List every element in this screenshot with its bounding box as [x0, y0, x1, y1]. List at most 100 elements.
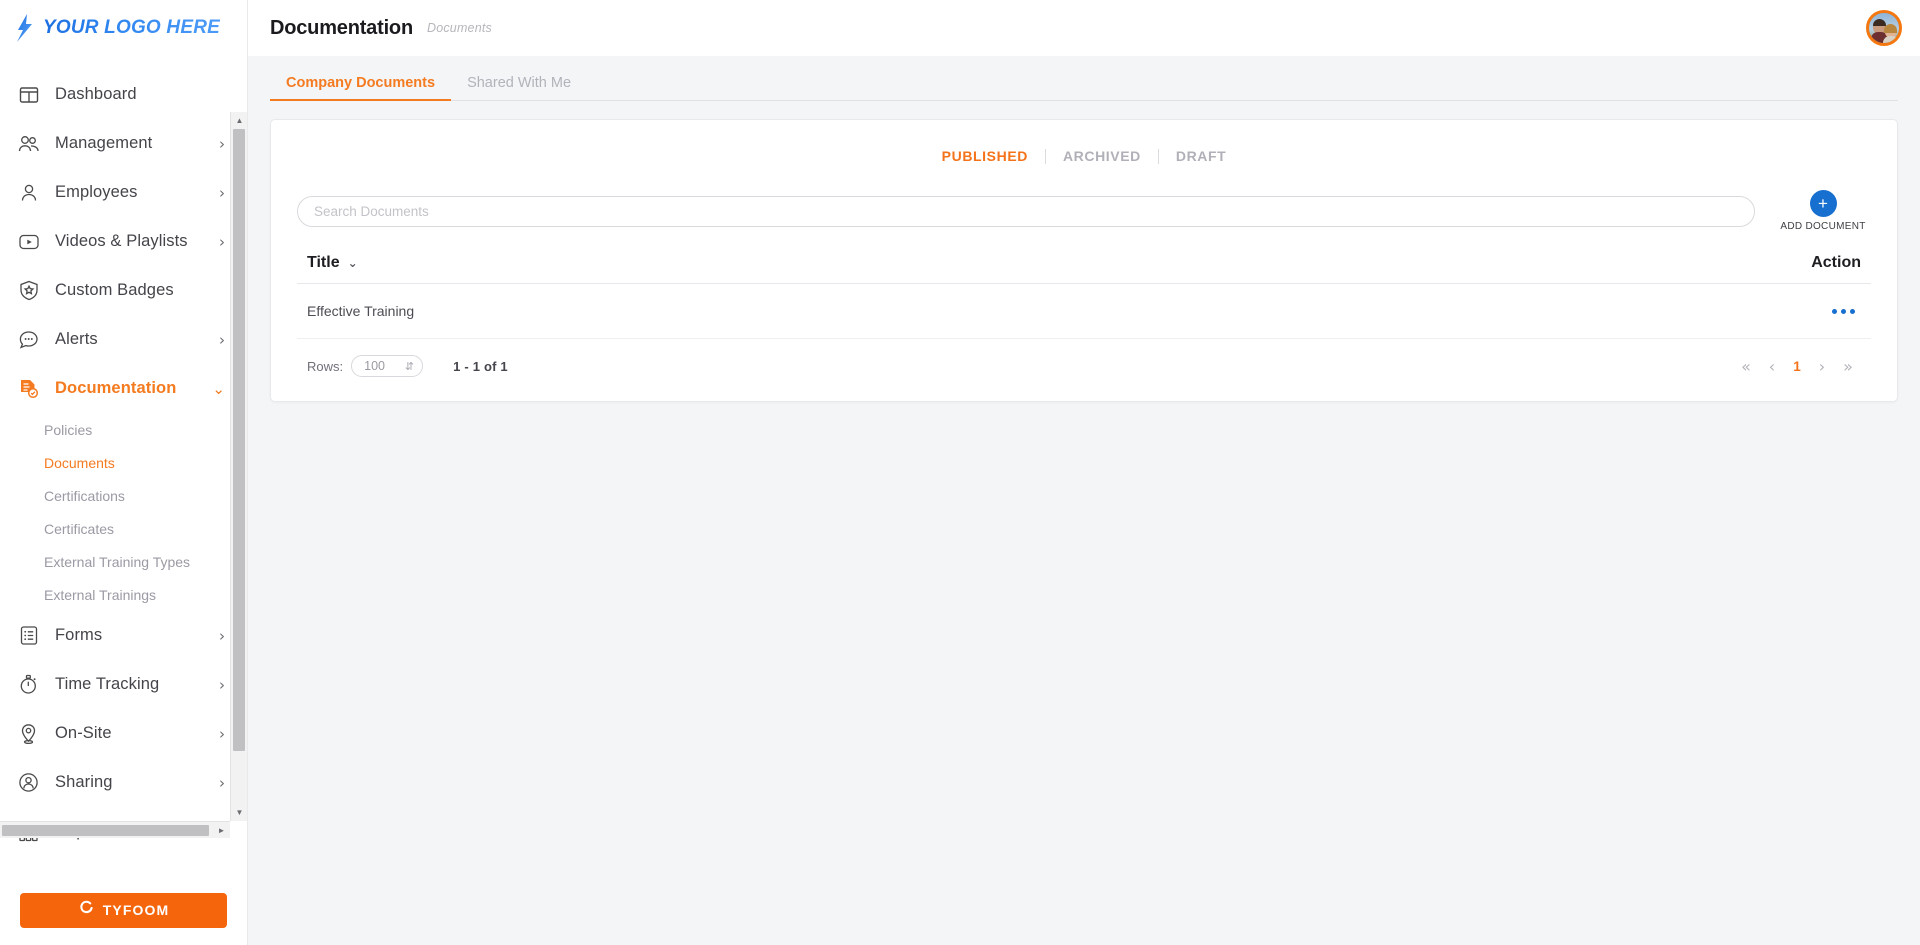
tab-bar: Company Documents Shared With Me — [248, 56, 1920, 101]
sidebar-subitem-external-training-types[interactable]: External Training Types — [0, 545, 247, 578]
tab-label: Shared With Me — [467, 75, 571, 91]
status-filter-group: PUBLISHED ARCHIVED DRAFT — [297, 120, 1871, 176]
status-filter-published[interactable]: PUBLISHED — [925, 148, 1045, 164]
search-row: + ADD DOCUMENT — [297, 176, 1871, 232]
avatar-image — [1873, 19, 1886, 26]
scroll-up-icon[interactable]: ▲ — [231, 112, 247, 129]
column-header-label: Title — [307, 254, 340, 272]
scrollbar-thumb[interactable] — [2, 825, 209, 836]
add-document-label: ADD DOCUMENT — [1780, 221, 1865, 232]
sidebar-item-forms[interactable]: Forms › — [0, 611, 247, 660]
sidebar-subitem-documents[interactable]: Documents — [0, 446, 247, 479]
sidebar-item-alerts[interactable]: Alerts › — [0, 315, 247, 364]
dot — [1841, 309, 1846, 314]
scroll-down-icon[interactable]: ▼ — [231, 804, 247, 821]
first-page-button[interactable]: « — [1733, 353, 1759, 379]
chevron-right-icon[interactable]: › — [219, 774, 225, 792]
scroll-right-icon[interactable]: ► — [213, 822, 230, 839]
swirl-icon — [78, 899, 95, 921]
add-document-button[interactable]: + ADD DOCUMENT — [1775, 190, 1871, 232]
tab-company-documents[interactable]: Company Documents — [270, 75, 451, 100]
chevron-right-icon[interactable]: › — [219, 233, 225, 251]
chevron-right-icon[interactable]: › — [219, 331, 225, 349]
sidebar-item-label: Sharing — [55, 773, 205, 792]
people-icon — [16, 131, 41, 156]
sidebar-footer: TYFOOM — [0, 883, 247, 945]
documents-card: PUBLISHED ARCHIVED DRAFT + ADD DOCUMENT … — [270, 119, 1898, 402]
chevron-right-icon[interactable]: › — [219, 627, 225, 645]
rows-per-page-select[interactable]: 100 ⇵ — [351, 355, 423, 377]
page-number-1[interactable]: 1 — [1785, 359, 1809, 374]
more-options-icon[interactable] — [1826, 303, 1861, 320]
chevron-down-icon[interactable]: ⌄ — [212, 380, 225, 398]
sidebar-subitem-certifications[interactable]: Certifications — [0, 479, 247, 512]
map-pin-icon — [16, 721, 41, 746]
pagination-controls: « ‹ 1 › » — [1733, 353, 1861, 379]
chat-bubble-icon — [16, 327, 41, 352]
sidebar-item-management[interactable]: Management › — [0, 119, 247, 168]
pagination-bar: Rows: 100 ⇵ 1 - 1 of 1 « ‹ 1 › » — [297, 339, 1871, 379]
sidebar-item-employees[interactable]: Employees › — [0, 168, 247, 217]
dot — [1850, 309, 1855, 314]
tab-shared-with-me[interactable]: Shared With Me — [451, 75, 587, 100]
previous-page-button[interactable]: ‹ — [1759, 353, 1785, 379]
column-header-action: Action — [1811, 254, 1861, 272]
plus-icon: + — [1810, 190, 1837, 217]
sidebar-item-custom-badges[interactable]: Custom Badges — [0, 266, 247, 315]
play-box-icon — [16, 229, 41, 254]
person-icon — [16, 180, 41, 205]
column-header-title[interactable]: Title ⌄ — [307, 254, 358, 272]
dashboard-icon — [16, 82, 41, 107]
brand-logo-text: YOUR LOGO HERE — [43, 17, 220, 39]
sidebar-subitem-external-trainings[interactable]: External Trainings — [0, 578, 247, 611]
share-person-icon — [16, 770, 41, 795]
sidebar-item-label: Documentation — [55, 379, 198, 398]
stepper-icon: ⇵ — [405, 360, 414, 373]
sidebar-item-documentation[interactable]: Documentation ⌄ — [0, 364, 247, 413]
next-page-button[interactable]: › — [1809, 353, 1835, 379]
table-row[interactable]: Effective Training — [297, 284, 1871, 339]
chevron-right-icon[interactable]: › — [219, 184, 225, 202]
dot — [1832, 309, 1837, 314]
chevron-right-icon[interactable]: › — [219, 725, 225, 743]
sidebar-item-on-site[interactable]: On-Site › — [0, 709, 247, 758]
sidebar-subitem-certificates[interactable]: Certificates — [0, 512, 247, 545]
sidebar-item-label: Videos & Playlists — [55, 232, 205, 251]
sidebar-item-label: Employees — [55, 183, 205, 202]
sidebar-nav: Dashboard Management › Employee — [0, 56, 247, 883]
avatar[interactable] — [1866, 10, 1902, 46]
chevron-right-icon[interactable]: › — [219, 676, 225, 694]
avatar-image — [1883, 36, 1899, 46]
tyfoom-button[interactable]: TYFOOM — [20, 893, 227, 928]
sidebar-item-dashboard[interactable]: Dashboard — [0, 70, 247, 119]
sidebar: YOUR LOGO HERE Dashboard — [0, 0, 248, 945]
row-title: Effective Training — [307, 303, 414, 319]
chevron-right-icon[interactable]: › — [219, 135, 225, 153]
sidebar-subitem-label: Certificates — [44, 521, 114, 537]
status-filter-archived[interactable]: ARCHIVED — [1046, 148, 1158, 164]
pagination-range: 1 - 1 of 1 — [453, 359, 508, 374]
avatar-image — [1884, 24, 1897, 33]
last-page-button[interactable]: » — [1835, 353, 1861, 379]
stopwatch-icon — [16, 672, 41, 697]
sidebar-item-time-tracking[interactable]: Time Tracking › — [0, 660, 247, 709]
sidebar-subitem-label: Policies — [44, 422, 92, 438]
sidebar-subitem-label: Documents — [44, 455, 115, 471]
sidebar-vertical-scrollbar[interactable]: ▲ ▼ — [230, 112, 247, 821]
sidebar-item-videos-playlists[interactable]: Videos & Playlists › — [0, 217, 247, 266]
sidebar-subitem-policies[interactable]: Policies — [0, 413, 247, 446]
tab-label: Company Documents — [286, 75, 435, 91]
sidebar-subitem-label: External Training Types — [44, 554, 190, 570]
brand-logo[interactable]: YOUR LOGO HERE — [0, 0, 247, 56]
list-box-icon — [16, 623, 41, 648]
chevron-down-icon[interactable]: ⌄ — [348, 256, 358, 270]
scrollbar-thumb[interactable] — [233, 129, 245, 751]
sidebar-item-sharing[interactable]: Sharing › — [0, 758, 247, 807]
rows-per-page-value: 100 — [364, 359, 385, 373]
search-input[interactable] — [297, 196, 1755, 227]
documents-table: Title ⌄ Action Effective Training Rows: — [297, 254, 1871, 379]
table-header: Title ⌄ Action — [297, 254, 1871, 284]
sidebar-horizontal-scrollbar[interactable]: ► — [0, 821, 230, 838]
status-filter-draft[interactable]: DRAFT — [1159, 148, 1243, 164]
sidebar-item-label: Custom Badges — [55, 281, 225, 300]
